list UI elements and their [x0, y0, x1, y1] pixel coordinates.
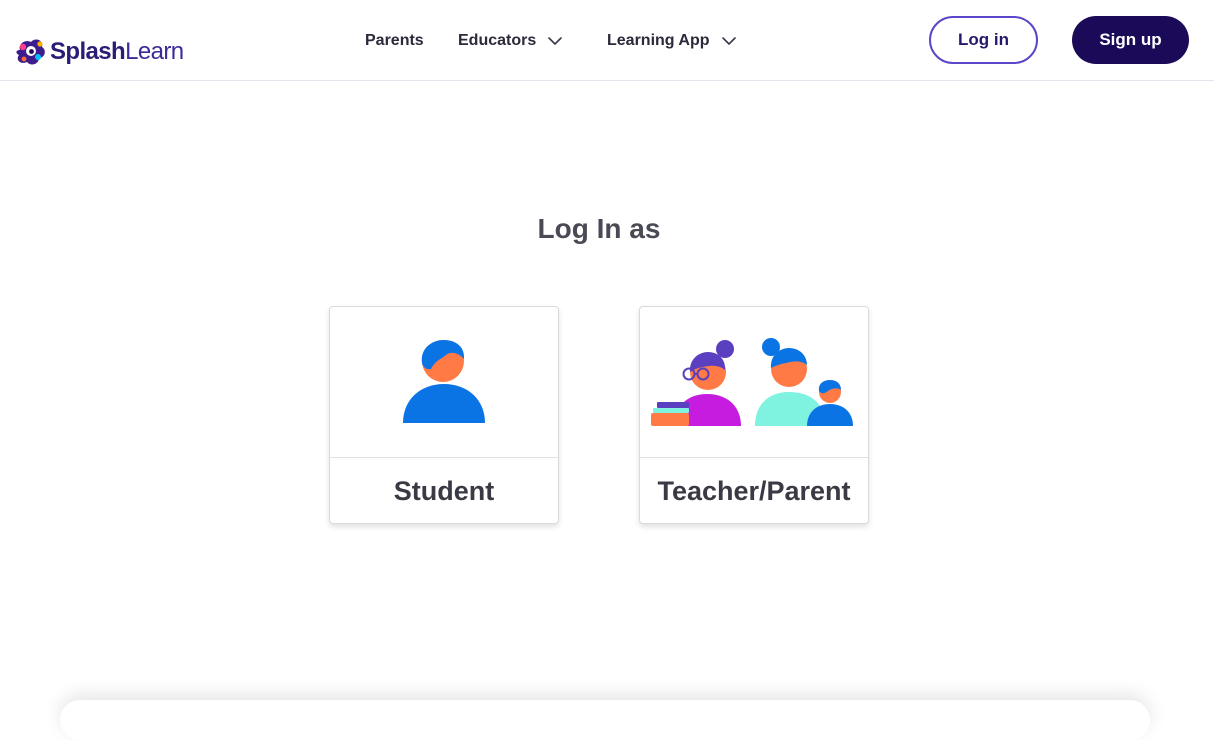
nav-educators[interactable]: Educators: [458, 28, 563, 54]
login-button[interactable]: Log in: [929, 16, 1038, 64]
nav-parents[interactable]: Parents: [365, 28, 424, 54]
nav-learning-app-label: Learning App: [607, 32, 710, 49]
logo-text-learn: Learn: [125, 38, 184, 65]
splashlearn-logo-icon: [16, 39, 45, 65]
student-card[interactable]: Student: [329, 306, 559, 524]
student-avatar-icon: [403, 340, 485, 423]
footer-panel-edge: [60, 700, 1150, 740]
logo-text-splash: Splash: [50, 38, 126, 65]
page-title: Log In as: [537, 213, 661, 244]
chevron-down-icon: [721, 32, 736, 50]
teacher-parent-card[interactable]: Teacher/Parent: [639, 306, 869, 524]
nav-parents-label: Parents: [365, 32, 424, 49]
teacher-parent-card-art: [640, 307, 868, 458]
teacher-parent-card-label: Teacher/Parent: [657, 475, 851, 506]
site-header: SplashLearn Parents Educators Learning A…: [0, 0, 1214, 81]
signup-button[interactable]: Sign up: [1072, 16, 1189, 64]
splashlearn-logo[interactable]: SplashLearn: [14, 36, 184, 68]
student-card-label: Student: [393, 475, 495, 506]
nav-learning-app[interactable]: Learning App: [607, 28, 736, 54]
teacher-parent-avatar-icon: [651, 338, 853, 426]
chevron-down-icon: [548, 32, 563, 50]
student-card-art: [330, 307, 558, 458]
nav-educators-label: Educators: [458, 32, 537, 49]
